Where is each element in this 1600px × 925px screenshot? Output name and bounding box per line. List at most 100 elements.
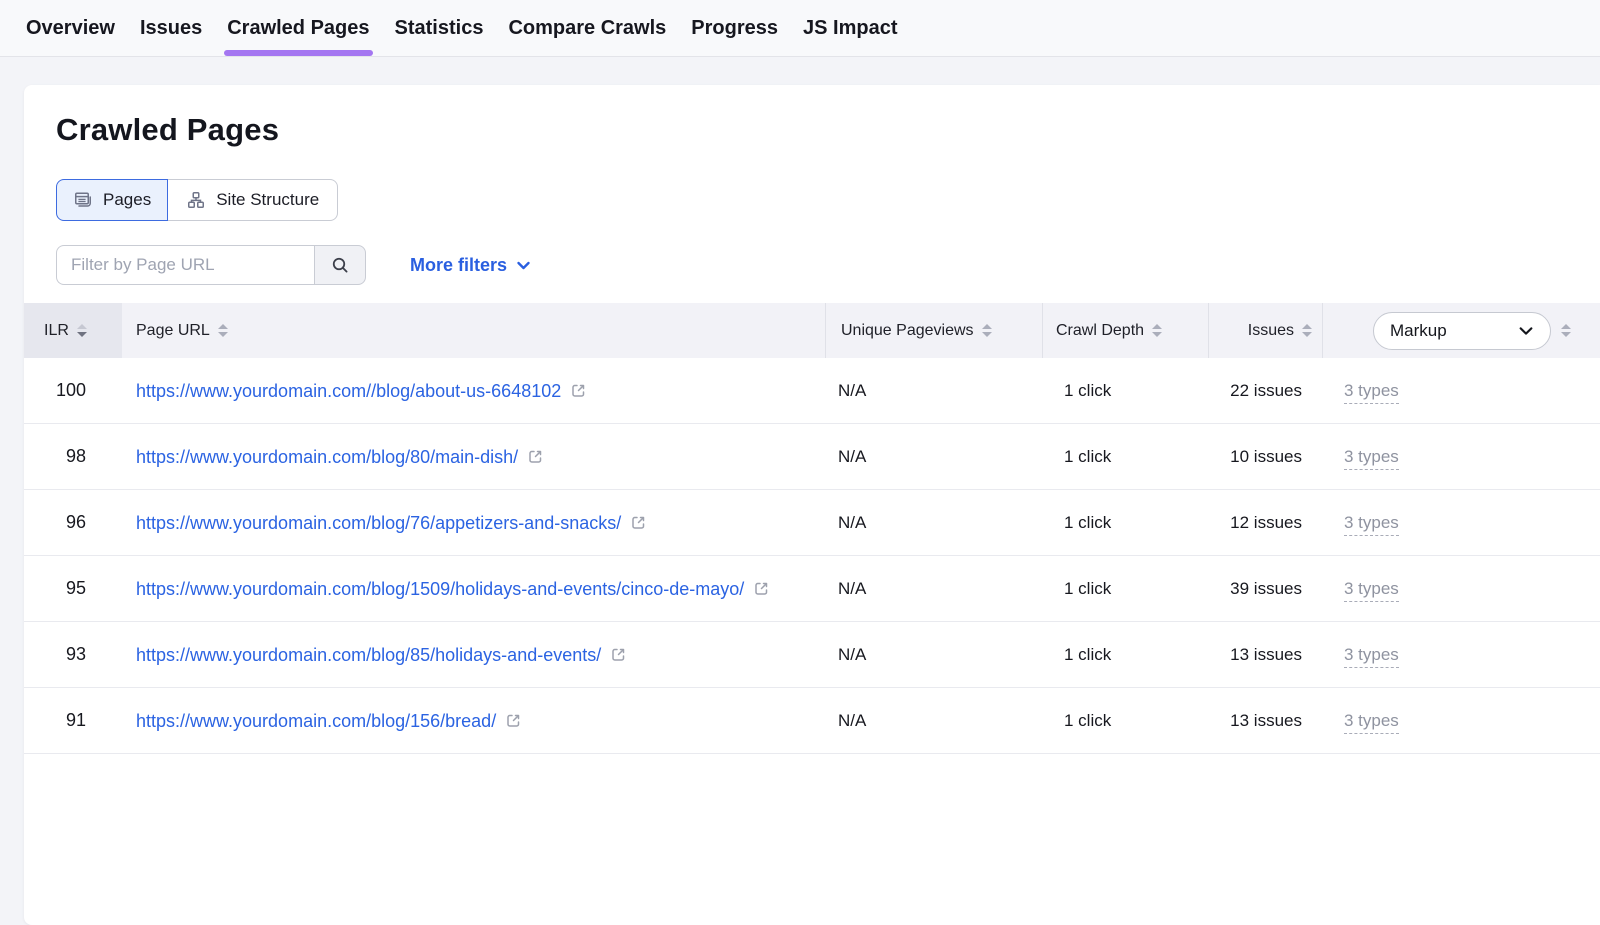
- ilr-cell: 96: [24, 500, 122, 545]
- external-link-icon[interactable]: [630, 514, 647, 531]
- nav-tab-label: Crawled Pages: [227, 17, 369, 40]
- markup-types-link[interactable]: 3 types: [1344, 513, 1399, 536]
- markup-types-link[interactable]: 3 types: [1344, 381, 1399, 404]
- markup-cell: 3 types: [1322, 567, 1600, 611]
- sort-icon[interactable]: [1561, 324, 1571, 337]
- nav-tab-js-impact[interactable]: JS Impact: [803, 0, 897, 56]
- nav-tab-compare-crawls[interactable]: Compare Crawls: [508, 0, 666, 56]
- page-url-cell: https://www.yourdomain.com/blog/80/main-…: [122, 433, 825, 481]
- filter-row: More filters: [56, 245, 1600, 285]
- sort-icon[interactable]: [218, 324, 228, 337]
- toggle-pages-button[interactable]: Pages: [56, 179, 168, 221]
- markup-cell: 3 types: [1322, 435, 1600, 479]
- crawl-depth-cell: 1 click: [1042, 435, 1208, 479]
- site-structure-icon: [186, 190, 206, 210]
- column-label: ILR: [44, 322, 69, 340]
- table-row: 96 https://www.yourdomain.com/blog/76/ap…: [24, 490, 1600, 556]
- table-row: 98 https://www.yourdomain.com/blog/80/ma…: [24, 424, 1600, 490]
- issues-cell: 10 issues: [1208, 435, 1322, 479]
- nav-tab-crawled-pages[interactable]: Crawled Pages: [227, 0, 369, 56]
- crawled-pages-table: ILR Page URL Unique Pageviews Crawl Dept…: [24, 303, 1600, 754]
- sort-icon[interactable]: [982, 324, 992, 337]
- unique-pageviews-cell: N/A: [825, 699, 1042, 743]
- nav-tab-progress[interactable]: Progress: [691, 0, 778, 56]
- sort-icon[interactable]: [1152, 324, 1162, 337]
- markup-cell: 3 types: [1322, 501, 1600, 545]
- nav-tab-label: Progress: [691, 17, 778, 40]
- content-card: Crawled Pages Pages: [24, 85, 1600, 925]
- column-header-issues[interactable]: Issues: [1208, 303, 1322, 358]
- search-icon: [330, 255, 350, 275]
- markup-types-link[interactable]: 3 types: [1344, 645, 1399, 668]
- page-url-link[interactable]: https://www.yourdomain.com/blog/1509/hol…: [136, 577, 744, 601]
- column-header-markup: Markup: [1322, 303, 1600, 358]
- page-url-filter-input[interactable]: [56, 245, 314, 285]
- active-tab-underline: [224, 50, 372, 56]
- ilr-cell: 98: [24, 434, 122, 479]
- pages-icon: [73, 190, 93, 210]
- markup-cell: 3 types: [1322, 633, 1600, 677]
- ilr-cell: 91: [24, 698, 122, 743]
- markup-types-link[interactable]: 3 types: [1344, 579, 1399, 602]
- more-filters-button[interactable]: More filters: [404, 254, 537, 277]
- nav-tab-statistics[interactable]: Statistics: [395, 0, 484, 56]
- crawl-depth-cell: 1 click: [1042, 699, 1208, 743]
- column-label: Issues: [1248, 322, 1294, 340]
- table-header: ILR Page URL Unique Pageviews Crawl Dept…: [24, 303, 1600, 358]
- table-row: 91 https://www.yourdomain.com/blog/156/b…: [24, 688, 1600, 754]
- nav-tab-overview[interactable]: Overview: [26, 0, 115, 56]
- table-row: 93 https://www.yourdomain.com/blog/85/ho…: [24, 622, 1600, 688]
- chevron-down-icon: [1518, 323, 1534, 339]
- toggle-site-structure-label: Site Structure: [216, 190, 319, 210]
- page-url-cell: https://www.yourdomain.com//blog/about-u…: [122, 367, 825, 415]
- column-header-crawl-depth[interactable]: Crawl Depth: [1042, 303, 1208, 358]
- column-label: Unique Pageviews: [841, 322, 974, 340]
- nav-tab-label: Statistics: [395, 17, 484, 40]
- unique-pageviews-cell: N/A: [825, 567, 1042, 611]
- unique-pageviews-cell: N/A: [825, 435, 1042, 479]
- page-url-cell: https://www.yourdomain.com/blog/85/holid…: [122, 631, 825, 679]
- view-toggle: Pages Site Structure: [56, 179, 338, 221]
- markup-types-link[interactable]: 3 types: [1344, 711, 1399, 734]
- top-nav: Overview Issues Crawled Pages Statistics…: [0, 0, 1600, 57]
- ilr-cell: 93: [24, 632, 122, 677]
- external-link-icon[interactable]: [753, 580, 770, 597]
- page-url-link[interactable]: https://www.yourdomain.com/blog/85/holid…: [136, 643, 601, 667]
- nav-tab-label: Issues: [140, 17, 202, 40]
- page-url-link[interactable]: https://www.yourdomain.com/blog/80/main-…: [136, 445, 518, 469]
- search-button[interactable]: [314, 245, 366, 285]
- external-link-icon[interactable]: [505, 712, 522, 729]
- table-body: 100 https://www.yourdomain.com//blog/abo…: [24, 358, 1600, 754]
- external-link-icon[interactable]: [570, 382, 587, 399]
- nav-tab-label: Compare Crawls: [508, 17, 666, 40]
- page-title: Crawled Pages: [56, 111, 1600, 149]
- issues-cell: 13 issues: [1208, 699, 1322, 743]
- sort-icon[interactable]: [1302, 324, 1312, 337]
- crawled-pages-screen: Overview Issues Crawled Pages Statistics…: [0, 0, 1600, 925]
- external-link-icon[interactable]: [527, 448, 544, 465]
- nav-tab-label: Overview: [26, 17, 115, 40]
- column-header-page-url[interactable]: Page URL: [122, 303, 825, 358]
- crawl-depth-cell: 1 click: [1042, 633, 1208, 677]
- page-url-link[interactable]: https://www.yourdomain.com//blog/about-u…: [136, 379, 561, 403]
- unique-pageviews-cell: N/A: [825, 501, 1042, 545]
- page-url-link[interactable]: https://www.yourdomain.com/blog/76/appet…: [136, 511, 621, 535]
- markup-types-link[interactable]: 3 types: [1344, 447, 1399, 470]
- issues-cell: 39 issues: [1208, 567, 1322, 611]
- table-row: 95 https://www.yourdomain.com/blog/1509/…: [24, 556, 1600, 622]
- column-header-ilr[interactable]: ILR: [24, 303, 122, 358]
- issues-cell: 13 issues: [1208, 633, 1322, 677]
- page-url-cell: https://www.yourdomain.com/blog/156/brea…: [122, 697, 825, 745]
- external-link-icon[interactable]: [610, 646, 627, 663]
- filter-input-group: [56, 245, 366, 285]
- column-header-unique-pageviews[interactable]: Unique Pageviews: [825, 303, 1042, 358]
- page-url-cell: https://www.yourdomain.com/blog/76/appet…: [122, 499, 825, 547]
- nav-tab-issues[interactable]: Issues: [140, 0, 202, 56]
- sort-icon[interactable]: [77, 324, 87, 337]
- toggle-pages-label: Pages: [103, 190, 151, 210]
- markup-column-select[interactable]: Markup: [1373, 312, 1551, 350]
- more-filters-label: More filters: [410, 255, 507, 276]
- table-row: 100 https://www.yourdomain.com//blog/abo…: [24, 358, 1600, 424]
- toggle-site-structure-button[interactable]: Site Structure: [168, 179, 338, 221]
- page-url-link[interactable]: https://www.yourdomain.com/blog/156/brea…: [136, 709, 496, 733]
